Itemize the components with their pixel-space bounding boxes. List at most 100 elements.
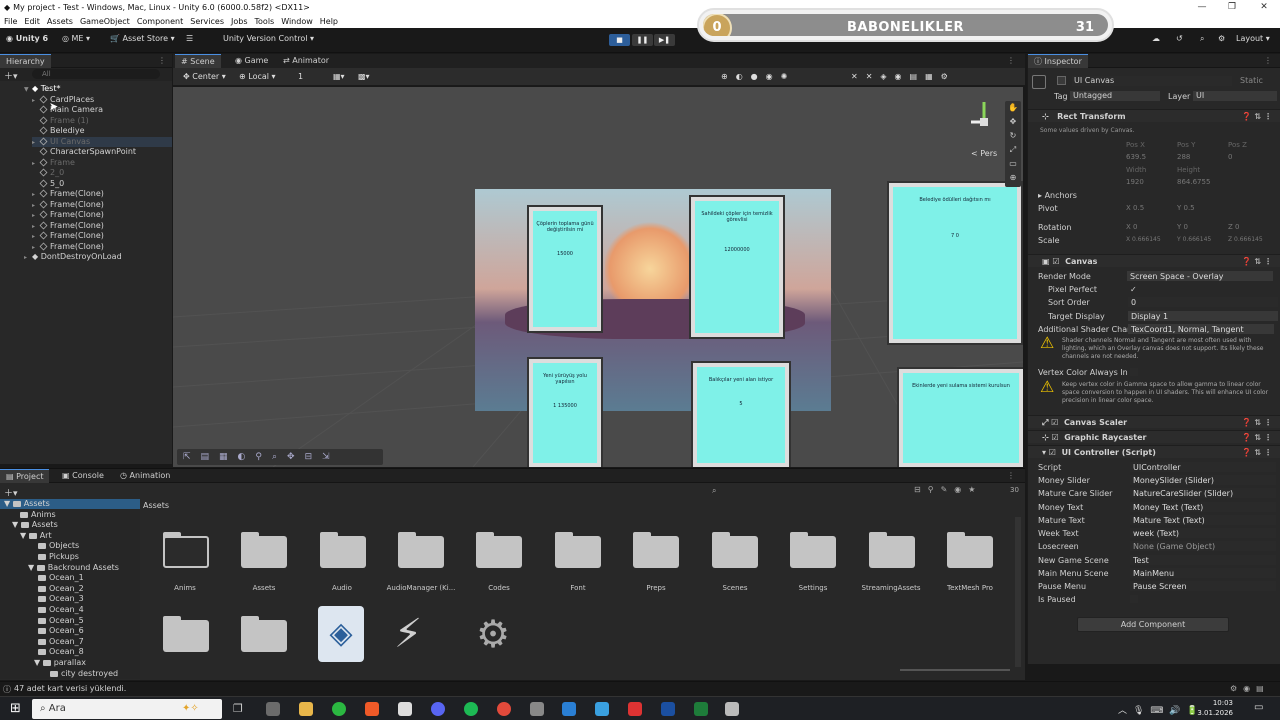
card-1[interactable]: Çöplerin toplama günü değiştirilsin mi 15… <box>527 205 603 333</box>
tree-item-ocean[interactable]: Ocean_7 <box>38 637 84 647</box>
app-icon[interactable] <box>628 702 642 716</box>
tray-icons[interactable]: ︿🎙⌨🔊🔋 <box>1118 703 1204 716</box>
tree-item-ocean[interactable]: Ocean_4 <box>38 605 84 615</box>
folder-icon[interactable] <box>553 530 601 568</box>
field-value[interactable]: Pause Screen <box>1130 581 1276 591</box>
tree-item-anims[interactable]: Anims <box>20 510 56 520</box>
status-message[interactable]: 47 adet kart verisi yüklendi. <box>14 684 126 693</box>
tool-palette[interactable]: ✋ ✥ ↻ ⤢ ▭ ⊕ <box>1005 101 1021 187</box>
field-value[interactable]: Mature Text (Text) <box>1130 515 1276 525</box>
unity-hub-icon[interactable] <box>530 702 544 716</box>
tab-game[interactable]: ◉ Game <box>229 54 274 68</box>
tree-item-ocean[interactable]: Ocean_1 <box>38 573 84 583</box>
hierarchy-item-frame-clone[interactable]: ▸ Frame(Clone) <box>32 221 104 231</box>
menu-tools[interactable]: Tools <box>255 17 275 26</box>
close-button[interactable]: ✕ <box>1250 0 1278 15</box>
hierarchy-item-frame-clone[interactable]: ▸ Frame(Clone) <box>32 189 104 199</box>
grid-icon[interactable]: ▦▾ <box>333 72 345 81</box>
scene-gizmo[interactable] <box>969 97 999 147</box>
rotation-z-field[interactable]: Z 0 <box>1228 223 1239 231</box>
tree-item-parallax[interactable]: ▼ parallax <box>34 658 86 668</box>
status-icons[interactable]: ⚙◉▤ <box>1230 684 1270 693</box>
settings-icon[interactable]: ⚙ <box>1218 34 1225 43</box>
perspective-label[interactable]: < Pers <box>971 149 997 158</box>
hierarchy-item-2-0[interactable]: 2_0 <box>39 168 64 178</box>
tree-item-pickups[interactable]: Pickups <box>38 552 79 562</box>
folder-icon[interactable] <box>239 530 287 568</box>
menu-jobs[interactable]: Jobs <box>231 17 248 26</box>
folder-icon[interactable] <box>161 530 209 568</box>
component-menu-icon[interactable]: ❓ ⇅ ⋮ <box>1242 446 1272 459</box>
scene-view-options[interactable]: ⊕◐●◉✺ <box>721 72 795 81</box>
spotify-icon[interactable] <box>464 702 478 716</box>
hierarchy-item-dontdestroy[interactable]: ▸ ◆ DontDestroyOnLoad <box>24 252 122 262</box>
app-icon[interactable] <box>595 702 609 716</box>
history-icon[interactable]: ↺ <box>1176 34 1183 43</box>
pivot-x-field[interactable]: X 0.5 <box>1126 204 1144 212</box>
inspector-menu-icon[interactable]: ⋮ <box>1258 54 1278 68</box>
chrome-icon[interactable] <box>497 702 511 716</box>
field-value[interactable]: Test <box>1130 555 1276 565</box>
tab-console[interactable]: ▣ Console <box>56 469 110 483</box>
space-dropdown[interactable]: ⊕ Local ▾ <box>239 72 276 81</box>
hierarchy-item-belediye[interactable]: Belediye <box>39 126 85 136</box>
app-icon[interactable] <box>661 702 675 716</box>
settings-asset-icon[interactable]: ⚙ <box>476 606 526 662</box>
overlay-toolbar[interactable]: ⇱▤▦◐⚲⌕✥⊟⇲ <box>177 449 383 465</box>
tree-item-ocean[interactable]: Ocean_8 <box>38 647 84 657</box>
menu-gameobject[interactable]: GameObject <box>80 17 130 26</box>
icon-size-slider[interactable] <box>900 669 1010 671</box>
render-mode-dropdown[interactable]: Screen Space - Overlay <box>1127 271 1273 281</box>
hierarchy-item-frame-clone[interactable]: ▸ Frame(Clone) <box>32 200 104 210</box>
is-paused-checkbox[interactable] <box>1130 595 1138 603</box>
folder-icon[interactable] <box>161 614 209 652</box>
tab-project[interactable]: ▤ Project <box>0 469 50 483</box>
project-breadcrumb[interactable]: Assets <box>143 501 169 510</box>
active-checkbox[interactable] <box>1057 76 1066 85</box>
minimize-button[interactable]: — <box>1188 0 1216 15</box>
layer-dropdown[interactable]: UI <box>1193 91 1277 101</box>
tree-item-city[interactable]: city destroyed <box>50 669 118 679</box>
taskbar-search-input[interactable]: ⌕ Ara ✦✧ <box>32 699 222 719</box>
hierarchy-item-5-0[interactable]: 5_0 <box>39 179 64 189</box>
project-search-icon[interactable]: ⌕ <box>712 486 716 496</box>
step-button[interactable]: ▶❚ <box>654 34 675 46</box>
maximize-button[interactable]: ❐ <box>1218 0 1246 15</box>
card-2[interactable]: Sahildeki çöpler için temizlik görevlisi… <box>689 195 785 339</box>
hierarchy-item-cardplaces[interactable]: ▸ CardPlaces <box>32 95 94 105</box>
canvas-scaler-header[interactable]: ⤢ ☑ Canvas Scaler ❓ ⇅ ⋮ <box>1028 415 1280 428</box>
project-filter-icons[interactable]: ⊟⚲✎◉★ <box>914 485 982 494</box>
field-value[interactable]: UIController <box>1130 462 1276 472</box>
scene-viewport[interactable]: Çöplerin toplama günü değiştirilsin mi 15… <box>173 87 1023 467</box>
tab-scene[interactable]: # Scene <box>175 54 221 68</box>
canvas-header[interactable]: ▣ ☑ Canvas ❓ ⇅ ⋮ <box>1028 254 1280 267</box>
menu-services[interactable]: Services <box>190 17 224 26</box>
menu-help[interactable]: Help <box>320 17 338 26</box>
field-value[interactable]: MoneySlider (Slider) <box>1130 475 1276 485</box>
tab-animator[interactable]: ⇄ Animator <box>277 54 335 68</box>
height-field[interactable]: 864.6755 <box>1177 178 1210 186</box>
create-asset-icon[interactable]: ＋▾ <box>4 486 18 499</box>
project-menu-icon[interactable]: ⋮ <box>1001 469 1021 483</box>
taskbar-time[interactable]: 10:03 <box>1205 699 1233 707</box>
tag-dropdown[interactable]: Untagged <box>1070 91 1160 101</box>
pivot-y-field[interactable]: Y 0.5 <box>1177 204 1195 212</box>
excel-icon[interactable] <box>694 702 708 716</box>
folder-icon[interactable] <box>474 530 522 568</box>
folder-icon[interactable] <box>710 530 758 568</box>
hierarchy-item-character-spawn[interactable]: CharacterSpawnPoint <box>39 147 136 157</box>
rotation-y-field[interactable]: Y 0 <box>1177 223 1188 231</box>
pos-x-field[interactable]: 639.5 <box>1126 153 1146 161</box>
map-asset-icon[interactable]: ⚡ <box>394 606 458 662</box>
field-value[interactable]: Money Text (Text) <box>1130 502 1276 512</box>
tab-hierarchy[interactable]: Hierarchy <box>0 54 51 68</box>
pos-z-field[interactable]: 0 <box>1228 153 1232 161</box>
field-value[interactable]: MainMenu <box>1130 568 1276 578</box>
notification-icon[interactable]: ▭ <box>1254 702 1263 713</box>
component-menu-icon[interactable]: ❓ ⇅ ⋮ <box>1242 416 1272 429</box>
folder-icon[interactable] <box>396 530 444 568</box>
vertex-color-checkbox[interactable] <box>1130 368 1138 376</box>
menu-assets[interactable]: Assets <box>47 17 73 26</box>
gizmo-options[interactable]: ✕✕◈◉▤▦⚙ <box>851 72 956 81</box>
unity-prefab-icon[interactable]: ◈ <box>318 606 364 662</box>
